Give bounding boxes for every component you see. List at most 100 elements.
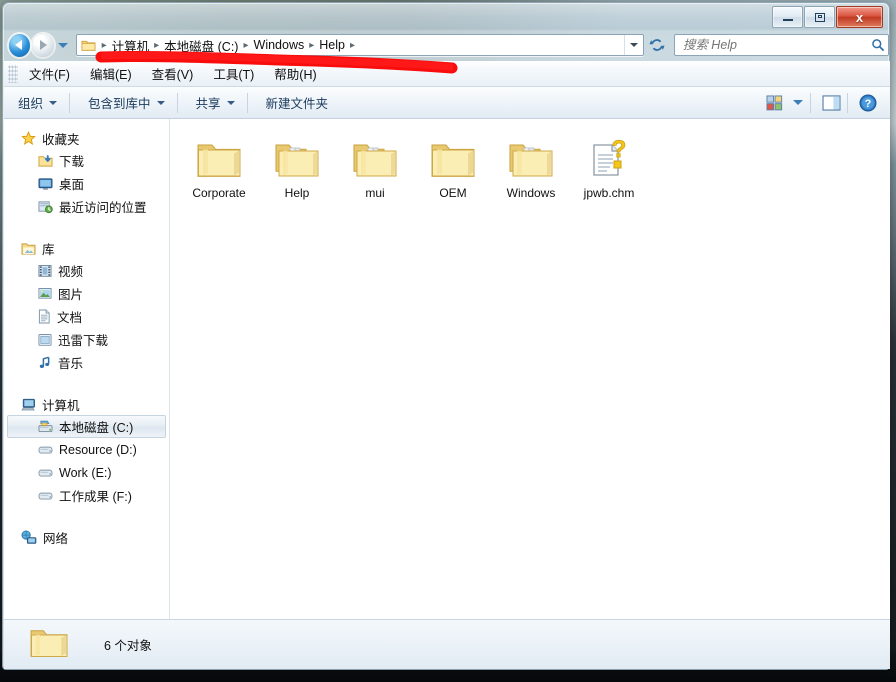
chevron-down-icon [49,101,57,105]
change-view-button[interactable] [762,92,786,114]
refresh-icon [649,37,665,53]
window-controls: x [771,6,883,28]
file-icon-wrap [507,133,555,181]
sidebar-item-music[interactable]: 音乐 [7,351,166,374]
sidebar-item-thunder-download[interactable]: 迅雷下载 [7,328,166,351]
chevron-down-icon [793,100,803,105]
sidebar-item-label: Work (E:) [59,466,112,480]
breadcrumb-separator[interactable]: ▸ [153,40,160,51]
include-in-library-button[interactable]: 包含到库中 [80,89,173,116]
search-icon[interactable] [868,38,888,52]
sidebar-header-network[interactable]: 网络 [4,527,169,548]
sidebar-item-label: 工作成果 (F:) [59,486,132,505]
sidebar-spacer [4,509,169,527]
status-bar: 6 个对象 [4,619,890,669]
breadcrumb-separator[interactable]: ▸ [308,40,315,51]
address-bar[interactable]: ▸ 计算机 ▸ 本地磁盘 (C:) ▸ Windows ▸ Help ▸ [76,34,644,56]
music-icon [38,356,52,370]
video-icon [38,264,52,278]
restore-icon [815,13,825,22]
file-item-oem[interactable]: OEM [414,133,492,207]
minimize-button[interactable] [772,6,803,28]
menu-help[interactable]: 帮助(H) [265,61,325,86]
sidebar-group-favorites: 收藏夹 下载 桌面 [4,128,169,218]
sidebar-item-label: 视频 [58,261,83,280]
include-in-library-label: 包含到库中 [88,93,151,112]
navigation-pane[interactable]: 收藏夹 下载 桌面 [4,119,170,619]
sidebar-item-label: 图片 [58,284,83,303]
file-item-windows[interactable]: Windows [492,133,570,207]
chevron-down-icon [157,101,165,105]
sidebar-item-label: 桌面 [59,174,84,193]
sidebar-item-local-disk-c[interactable]: 本地磁盘 (C:) [7,415,166,438]
explorer-window: x ▸ 计算机 ▸ 本地磁盘 (C:) [2,2,890,670]
new-folder-button[interactable]: 新建文件夹 [258,89,337,116]
refresh-button[interactable] [646,34,668,56]
file-item-corporate[interactable]: Corporate [180,133,258,207]
address-dropdown-button[interactable] [624,35,643,55]
recent-pages-button[interactable] [57,34,70,56]
search-box[interactable] [674,34,889,56]
breadcrumb-item-windows[interactable]: Windows [250,36,309,54]
navigation-bar: ▸ 计算机 ▸ 本地磁盘 (C:) ▸ Windows ▸ Help ▸ [3,29,889,61]
pictures-icon [38,287,52,300]
breadcrumb-item-drive[interactable]: 本地磁盘 (C:) [160,34,242,57]
command-bar: 组织 包含到库中 共享 新建文件夹 [4,87,890,119]
sidebar-item-pictures[interactable]: 图片 [7,282,166,305]
drive-icon [38,467,53,479]
sidebar-item-work-e[interactable]: Work (E:) [7,461,166,484]
file-item-mui[interactable]: mui [336,133,414,207]
organize-label: 组织 [18,93,43,112]
search-input[interactable] [675,37,868,53]
menu-tools[interactable]: 工具(T) [204,61,263,86]
view-dropdown-button[interactable] [790,92,806,114]
menu-file[interactable]: 文件(F) [20,61,79,86]
sidebar-header-libraries[interactable]: 库 [4,238,169,259]
computer-icon [21,398,36,412]
menu-grip[interactable] [8,65,18,83]
sidebar-item-downloads[interactable]: 下载 [7,149,166,172]
file-name: mui [365,186,384,200]
breadcrumb-item-computer[interactable]: 计算机 [108,34,154,57]
breadcrumb-separator[interactable]: ▸ [349,40,356,51]
maximize-button[interactable] [804,6,835,28]
sidebar-item-label: 文档 [57,307,82,326]
sidebar-header-computer[interactable]: 计算机 [4,394,169,415]
folder-icon [195,139,243,181]
sidebar-item-resource-d[interactable]: Resource (D:) [7,438,166,461]
sidebar-item-videos[interactable]: 视频 [7,259,166,282]
sidebar-header-label: 收藏夹 [42,129,80,148]
file-icon-wrap: ? [586,133,632,181]
toolbar-separator [177,93,178,113]
drive-icon [38,444,53,456]
desktop-icon [38,177,53,191]
close-button[interactable]: x [836,6,883,28]
preview-pane-button[interactable] [819,92,843,114]
file-item-help[interactable]: Help [258,133,336,207]
sidebar-header-label: 计算机 [42,395,80,414]
back-button[interactable] [9,34,30,57]
menu-view[interactable]: 查看(V) [143,61,203,86]
file-name: OEM [439,186,466,200]
sidebar-item-documents[interactable]: 文档 [7,305,166,328]
sidebar-item-desktop[interactable]: 桌面 [7,172,166,195]
preview-pane-icon [822,95,841,111]
file-item-jpwb-chm[interactable]: ? jpwb.chm [570,133,648,207]
organize-button[interactable]: 组织 [10,89,65,116]
title-bar[interactable]: x [3,3,889,29]
thunder-download-icon [38,333,52,347]
sidebar-item-recent-places[interactable]: 最近访问的位置 [7,195,166,218]
toolbar-separator [69,93,70,113]
sidebar-spacer [4,220,169,238]
breadcrumb-separator[interactable]: ▸ [242,40,249,51]
file-list-pane[interactable]: Corporate Help [170,119,890,619]
share-with-button[interactable]: 共享 [188,89,243,116]
menu-edit[interactable]: 编辑(E) [81,61,141,86]
sidebar-header-favorites[interactable]: 收藏夹 [4,128,169,149]
breadcrumb-item-help[interactable]: Help [315,36,349,54]
help-button[interactable]: ? [856,92,880,114]
file-name: Help [285,186,310,200]
sidebar-item-work-results-f[interactable]: 工作成果 (F:) [7,484,166,507]
back-arrow-icon [15,40,22,50]
forward-button[interactable] [32,34,53,57]
